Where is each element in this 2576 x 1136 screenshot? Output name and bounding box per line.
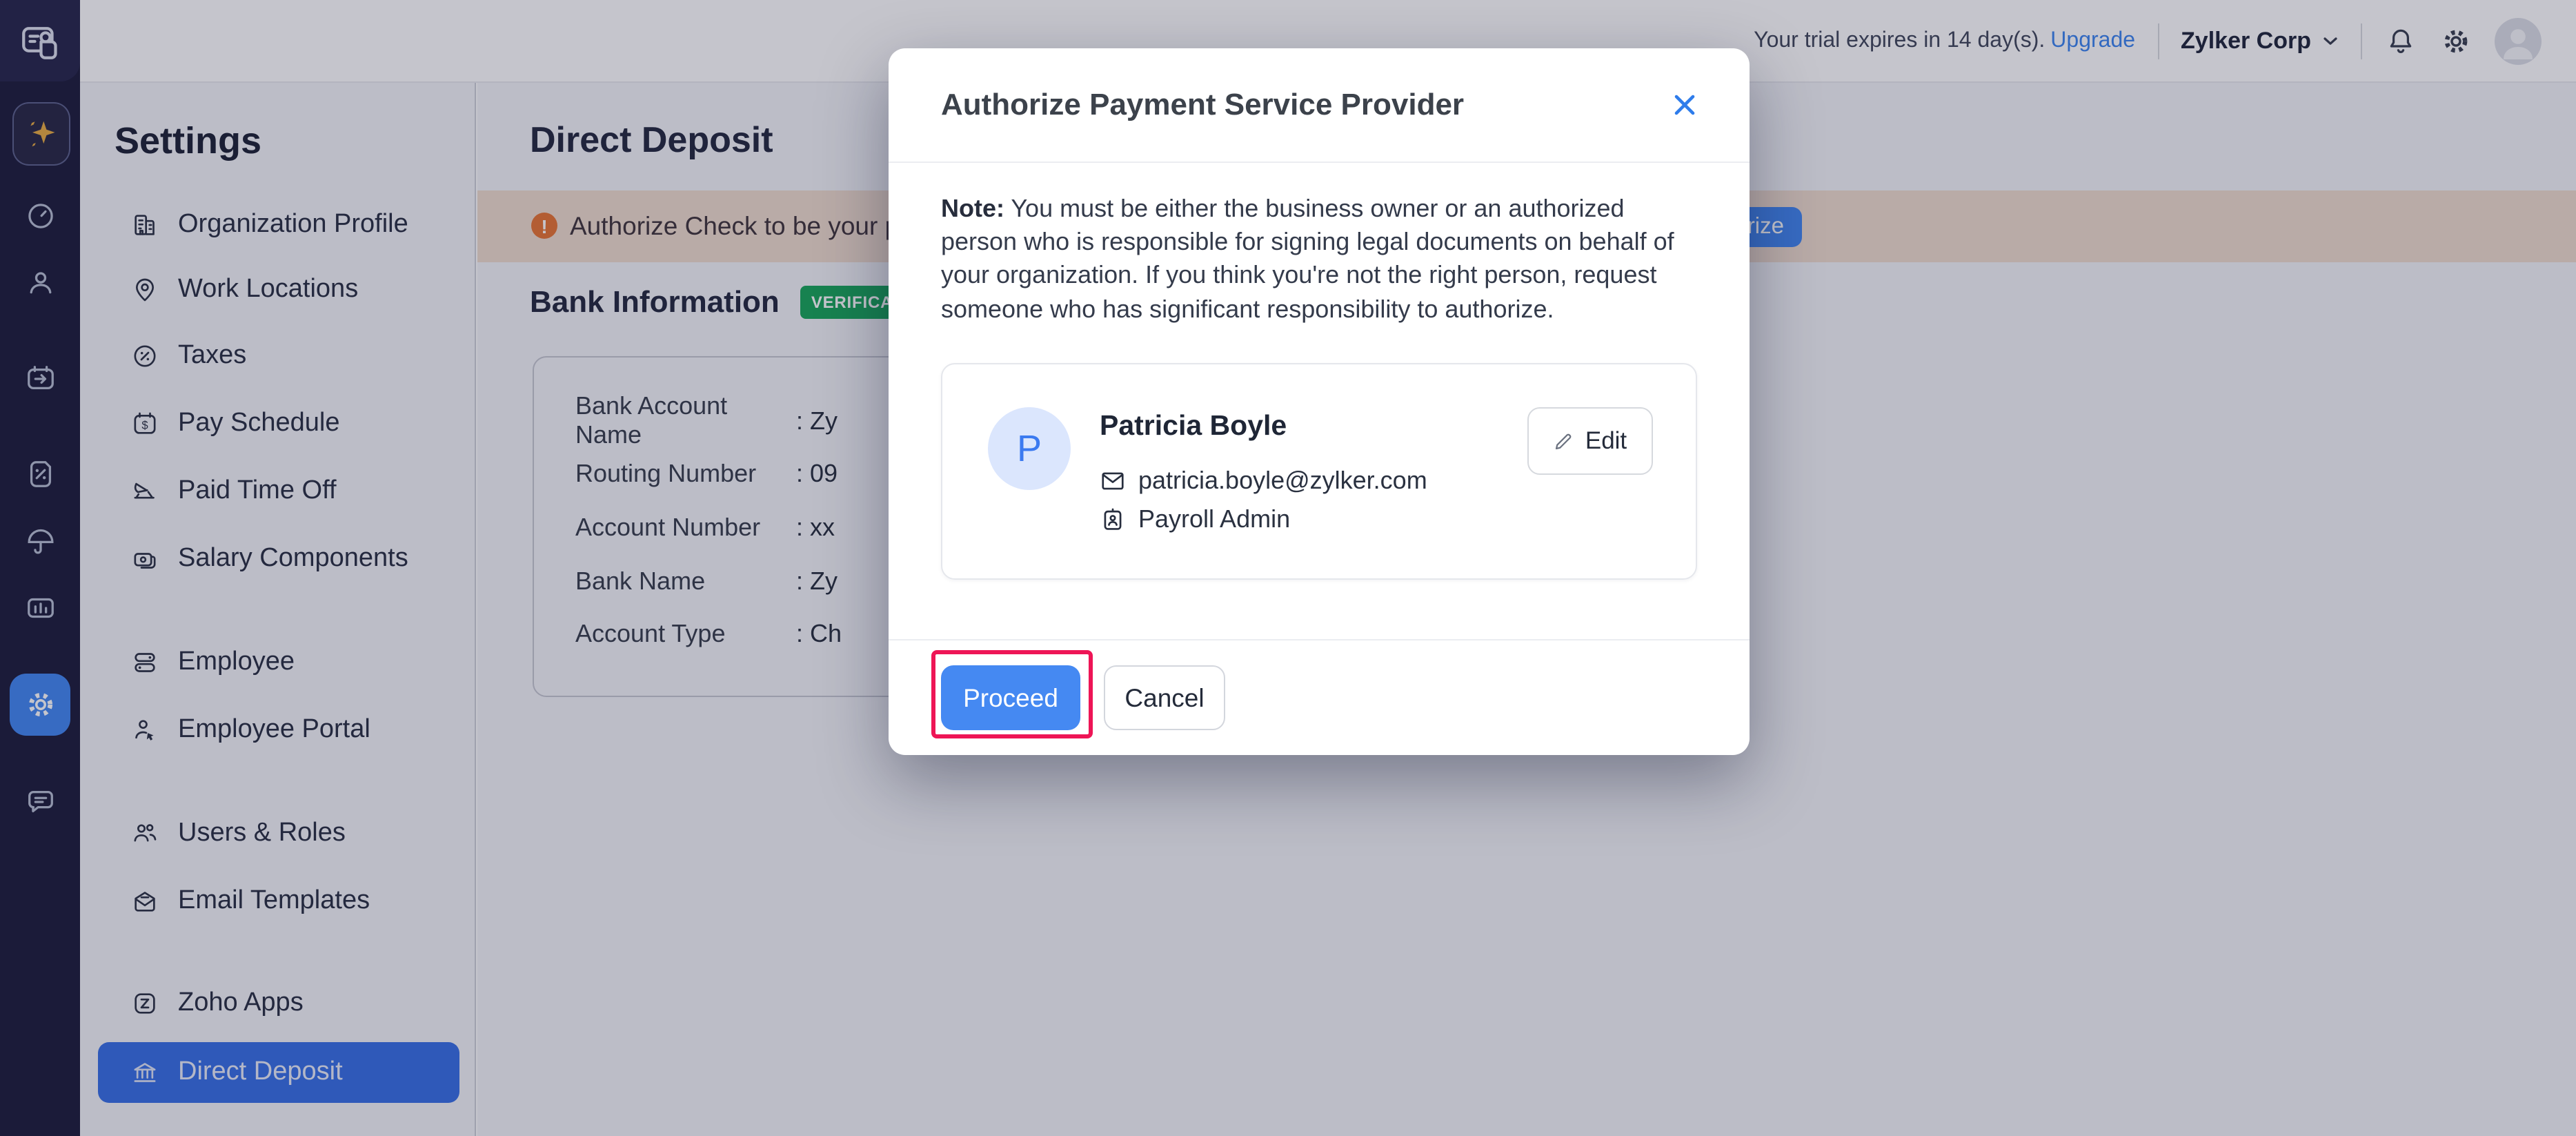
person-role-row: Payroll Admin — [1100, 505, 1290, 534]
modal-footer: Proceed Cancel — [889, 639, 1750, 755]
note-text: You must be either the business owner or… — [941, 195, 1674, 323]
note-label: Note: — [941, 195, 1004, 222]
id-badge-icon — [1100, 507, 1126, 533]
close-icon[interactable] — [1672, 92, 1697, 117]
modal-header: Authorize Payment Service Provider — [889, 48, 1750, 163]
edit-button[interactable]: Edit — [1527, 407, 1653, 475]
person-email: patricia.boyle@zylker.com — [1138, 467, 1427, 494]
proceed-button[interactable]: Proceed — [941, 665, 1080, 730]
modal-note: Note: You must be either the business ow… — [941, 192, 1697, 326]
pencil-icon — [1554, 431, 1574, 451]
modal-title: Authorize Payment Service Provider — [941, 87, 1465, 121]
person-role: Payroll Admin — [1138, 505, 1291, 533]
person-email-row: patricia.boyle@zylker.com — [1100, 467, 1427, 496]
envelope-icon — [1100, 468, 1126, 494]
authorized-person-card: P Patricia Boyle patricia.boyle@zylker.c… — [941, 363, 1697, 580]
person-name: Patricia Boyle — [1100, 410, 1287, 442]
app-root: Your trial expires in 14 day(s). Upgrade … — [0, 0, 2576, 1136]
authorize-psp-modal: Authorize Payment Service Provider Note:… — [889, 48, 1750, 755]
cancel-button[interactable]: Cancel — [1104, 665, 1225, 730]
edit-button-label: Edit — [1585, 427, 1627, 454]
person-avatar: P — [988, 407, 1071, 490]
